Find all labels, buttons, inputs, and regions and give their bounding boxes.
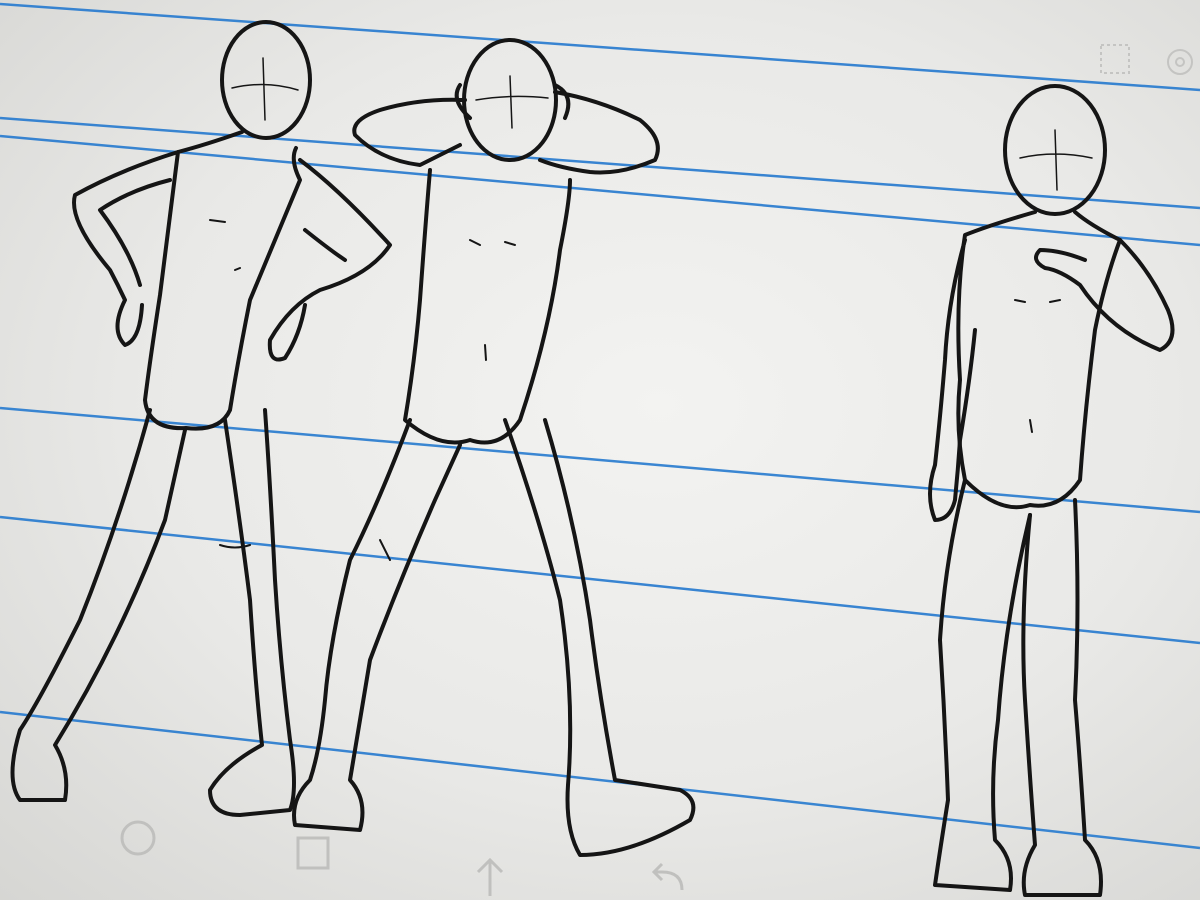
figure-hand-on-chest [928,84,1175,897]
figure-1-right-leg [208,408,296,817]
figure-hands-behind-head [292,38,696,857]
figure-2-right-leg [503,418,696,857]
figure-3-torso [956,210,1122,510]
figure-hands-on-hips [10,20,392,817]
settings-gear-icon[interactable] [1162,44,1200,84]
figure-1-left-arm [72,150,180,347]
back-arrow-icon[interactable] [644,860,692,900]
figure-1-torso [143,130,302,431]
figure-3-right-leg [1021,498,1103,897]
figure-3-left-arm [928,238,977,522]
figure-2-torso [403,168,572,445]
up-arrow-icon[interactable] [466,852,514,900]
figure-3-left-leg [933,478,1032,892]
recents-square-icon[interactable] [290,830,338,878]
figure-1-right-arm [267,158,392,362]
figure-1-head [220,20,312,140]
tablet-screen-photo [0,0,1200,900]
figure-2-left-leg [292,418,462,832]
sketch-figures [10,20,1175,897]
selection-square-icon[interactable] [1096,40,1136,80]
home-circle-icon[interactable] [114,814,162,862]
figure-1-left-leg [10,408,187,802]
